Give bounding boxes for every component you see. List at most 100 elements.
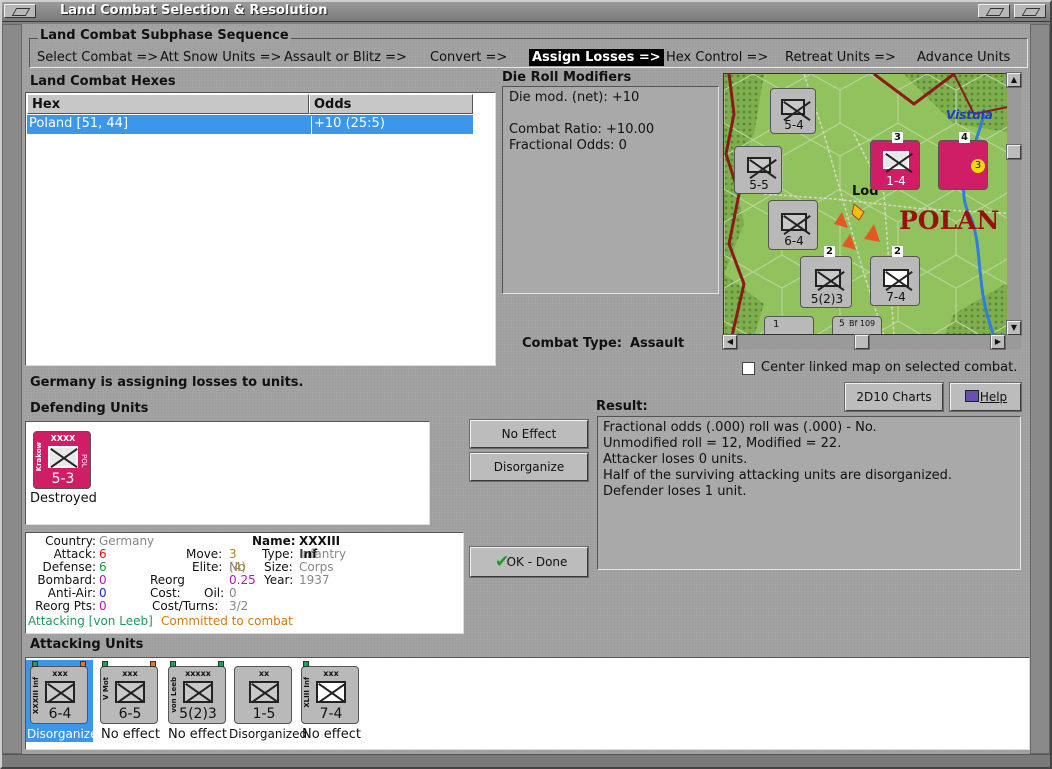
unit-indicator	[102, 661, 108, 667]
phase-assign-losses: Assign Losses =>	[529, 49, 664, 66]
map-label-poland: POLAN	[899, 206, 1000, 235]
center-map-checkbox[interactable]	[742, 362, 755, 375]
help-book-icon	[965, 390, 979, 402]
scroll-down-arrow-icon[interactable]: ▼	[1007, 321, 1021, 335]
charts-button[interactable]: 2D10 Charts	[845, 383, 943, 411]
center-map-label: Center linked map on selected combat.	[761, 360, 1018, 375]
scroll-thumb[interactable]	[1007, 145, 1021, 159]
unit-indicator	[303, 661, 309, 667]
unit-indicator	[32, 661, 38, 667]
country-value: Germany	[99, 534, 155, 548]
table-row[interactable]: Poland [51, 44] +10 (25:5)	[27, 115, 473, 135]
bottom-border	[2, 754, 1050, 767]
right-border	[1030, 24, 1050, 754]
result-line: Defender loses 1 unit.	[603, 484, 747, 499]
attacking-status: Attacking [von Leeb]	[28, 614, 153, 628]
attacking-unit-von-leeb[interactable]: xxxxx von Leeb 5(2)3	[168, 666, 226, 724]
map-unit-polish-air[interactable]: 3	[938, 140, 988, 190]
result-heading: Result:	[596, 399, 648, 414]
help-button[interactable]: Help	[950, 383, 1021, 411]
result-line: Attacker loses 0 units.	[603, 452, 748, 467]
result-line: Half of the surviving attacking units ar…	[603, 468, 953, 483]
window-menu-button[interactable]	[4, 4, 36, 18]
left-border	[2, 24, 22, 754]
ok-done-button[interactable]: ✔ OK - Done	[470, 547, 588, 577]
stack-number: 4	[959, 132, 970, 143]
die-mods-heading: Die Roll Modifiers	[502, 70, 632, 85]
attacking-unit-status: Disorganized	[27, 727, 106, 741]
phase-assault-blitz: Assault or Blitz =>	[284, 50, 407, 65]
result-line: Fractional odds (.000) roll was (.000) -…	[603, 420, 877, 435]
phase-convert: Convert =>	[430, 50, 508, 65]
stack-number: 2	[892, 246, 903, 257]
unit-indicator	[80, 661, 86, 667]
map-unit-von-leeb[interactable]: 5(2)3	[800, 256, 852, 308]
reorg-pts-value: 0	[99, 599, 107, 613]
map-unit-alpine[interactable]: 5-4	[770, 88, 816, 134]
defending-unit-krakow[interactable]: XXXX Krakow POL 5-3	[33, 431, 91, 489]
cell-odds: +10 (25:5)	[311, 116, 385, 135]
map-unit-xliii-inf[interactable]: 7-4	[870, 256, 920, 306]
phase-select-combat: Select Combat =>	[37, 50, 159, 65]
ok-done-label: OK - Done	[506, 555, 568, 569]
subphase-heading: Land Combat Subphase Sequence	[38, 28, 291, 43]
attacking-heading: Attacking Units	[30, 637, 144, 652]
result-line: Unmodified roll = 12, Modified = 22.	[603, 436, 842, 451]
phase-hex-control: Hex Control =>	[666, 50, 769, 65]
map-unit-bottom[interactable]: 1	[764, 316, 814, 334]
scroll-up-arrow-icon[interactable]: ▲	[1007, 73, 1021, 87]
cell-hex: Poland [51, 44]	[29, 116, 129, 131]
cost-turns-value: 3/2	[229, 599, 249, 613]
combat-type-label: Combat Type:	[522, 336, 622, 351]
fractional-odds: Fractional Odds: 0	[509, 138, 627, 153]
defending-unit-status: Destroyed	[30, 491, 97, 506]
die-mod-net: Die mod. (net): +10	[509, 90, 640, 105]
die-mods-box	[502, 86, 719, 294]
year-label: Year:	[264, 573, 294, 587]
column-header-odds[interactable]: Odds	[309, 94, 473, 114]
map-unit-xxxiii-inf[interactable]: 6-4	[768, 200, 818, 250]
phase-retreat-units: Retreat Units =>	[785, 50, 896, 65]
unit-indicator	[170, 661, 176, 667]
map-view[interactable]: Vistula POLAN Lod 5-4 5-5 6-4 5(2)3 7-4 …	[723, 73, 1021, 335]
map-horizontal-scrollbar[interactable]: ◀ ▶	[723, 335, 1021, 349]
scroll-h-thumb[interactable]	[855, 335, 869, 349]
no-effect-button[interactable]: No Effect	[470, 420, 588, 448]
combat-ratio: Combat Ratio: +10.00	[509, 122, 655, 137]
defending-heading: Defending Units	[30, 401, 149, 416]
cost-turns-label: Cost/Turns:	[152, 599, 219, 613]
disorganize-button[interactable]: Disorganize	[470, 453, 588, 481]
checkmark-icon: ✔	[495, 552, 510, 572]
stack-number: 2	[824, 246, 835, 257]
attacking-unit-status: No effect	[302, 727, 362, 742]
window-title: Land Combat Selection & Resolution	[60, 3, 328, 18]
column-header-hex[interactable]: Hex	[27, 94, 309, 114]
attacking-unit-v-mot[interactable]: xxx V Mot 6-5	[100, 666, 158, 724]
attacking-unit-xliii-inf[interactable]: xxx XLIII Inf 7-4	[301, 666, 359, 724]
minimize-button[interactable]	[978, 4, 1010, 18]
reorg-pts-label: Reorg Pts:	[35, 599, 96, 613]
unit-indicator	[150, 661, 156, 667]
map-unit-polish-1st-inf[interactable]: 1-4	[870, 140, 920, 190]
scroll-left-arrow-icon[interactable]: ◀	[723, 335, 737, 349]
scroll-right-arrow-icon[interactable]: ▶	[991, 335, 1005, 349]
attacking-unit-status: No effect	[101, 727, 161, 742]
committed-status: Committed to combat	[161, 614, 293, 628]
reorg-cost-label: Reorg Cost:	[150, 573, 185, 600]
combat-type-value: Assault	[630, 336, 685, 351]
attacking-unit-xx[interactable]: xx 1-5	[234, 666, 292, 724]
status-text: Germany is assigning losses to units.	[30, 375, 304, 390]
map-unit-xxxxiii-inf[interactable]: 5-5	[734, 146, 782, 194]
map-vertical-scrollbar[interactable]: ▲ ▼	[1007, 73, 1021, 335]
map-label-vistula: Vistula	[946, 108, 993, 122]
attacking-unit-status: No effect	[168, 727, 228, 742]
help-button-label: Help	[979, 390, 1008, 404]
elite-label: Elite:	[192, 560, 223, 574]
map-unit-bf109[interactable]: 5 Bf 109	[832, 316, 882, 334]
attacking-unit-xxxiii-inf[interactable]: xxx XXXIII Inf 6-4	[30, 666, 88, 724]
stack-number: 3	[892, 132, 903, 143]
phase-advance-units: Advance Units	[917, 50, 1011, 65]
year-value: 1937	[299, 573, 330, 587]
close-button[interactable]	[1014, 4, 1046, 18]
attacking-unit-status: Disorganized	[229, 727, 308, 741]
